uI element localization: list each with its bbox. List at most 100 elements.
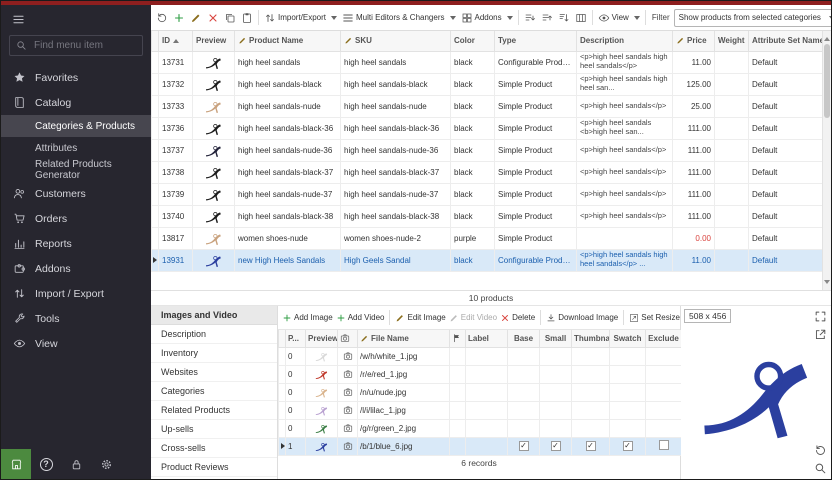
row-marker[interactable] [152,227,159,249]
cell-attribute-set[interactable]: Default [749,95,823,117]
cell-small-checkbox[interactable] [540,383,572,401]
cell-flag[interactable] [450,419,466,437]
row-marker[interactable] [152,249,159,271]
cell-product-name[interactable]: high heel sandals-nude [235,95,341,117]
sidebar-item-favorites[interactable]: Favorites [1,65,151,90]
cell-position[interactable]: 0 [286,419,306,437]
col-header-price[interactable]: Price [673,31,715,51]
cell-color[interactable]: black [451,161,495,183]
sidebar-item-related-products-generator[interactable]: Related Products Generator [1,159,151,181]
cell-exclude-checkbox[interactable] [646,347,682,365]
cell-description[interactable]: <p>high heel sandals high heel san... [577,73,673,95]
cell-type[interactable]: Simple Product [495,161,577,183]
product-row[interactable]: 13740high heel sandals-black-38high heel… [152,205,823,227]
cell-sku[interactable]: high heel sandals [341,51,451,73]
cell-description[interactable]: <p>high heel sandals <b>high heel san... [577,117,673,139]
cell-product-name[interactable]: high heel sandals-nude-37 [235,183,341,205]
cell-color[interactable]: black [451,139,495,161]
cell-position[interactable]: 0 [286,383,306,401]
cell-swatch-checkbox[interactable] [610,437,646,455]
row-marker[interactable] [152,205,159,227]
cell-price[interactable]: 11.00 [673,249,715,271]
img-col-header-swatch[interactable]: Swatch [610,330,646,347]
cell-attribute-set[interactable]: Default [749,117,823,139]
col-header-weight[interactable]: Weight [715,31,749,51]
row-marker[interactable] [152,161,159,183]
cell-swatch-checkbox[interactable] [610,347,646,365]
cell-exclude-checkbox[interactable] [646,437,682,455]
cell-swatch-checkbox[interactable] [610,365,646,383]
img-col-header-p[interactable]: P... [286,330,306,347]
tab-inventory[interactable]: Inventory [151,344,277,363]
cell-type[interactable]: Simple Product [495,73,577,95]
cell-position[interactable]: 0 [286,347,306,365]
add-product-button[interactable] [171,10,187,26]
cell-exclude-checkbox[interactable] [646,365,682,383]
cell-product-name[interactable]: high heel sandals-black [235,73,341,95]
cell-label[interactable] [466,347,508,365]
cell-product-name[interactable]: high heel sandals-nude-36 [235,139,341,161]
small-checkbox[interactable] [551,441,561,451]
row-marker[interactable] [152,183,159,205]
view-menu[interactable]: View [596,10,642,26]
row-marker[interactable] [279,365,286,383]
cell-label[interactable] [466,419,508,437]
product-row[interactable]: 13931new High Heels SandalsHigh Geels Sa… [152,249,823,271]
exclude-checkbox[interactable] [659,440,669,450]
multi-editors-menu[interactable]: Multi Editors & Changers [340,10,457,26]
cell-swatch-checkbox[interactable] [610,419,646,437]
menu-toggle-button[interactable] [1,5,151,33]
cell-id[interactable]: 13739 [159,183,193,205]
product-row[interactable]: 13817women shoes-nudewomen shoes-nude-2p… [152,227,823,249]
cell-color[interactable]: black [451,183,495,205]
cell-file-name[interactable]: /r/e/red_1.jpg [358,365,450,383]
cell-small-checkbox[interactable] [540,419,572,437]
cell-product-name[interactable]: women shoes-nude [235,227,341,249]
lock-button[interactable] [61,449,91,479]
cell-description[interactable]: <p>high heel sandals</p> [577,205,673,227]
cell-color[interactable]: black [451,117,495,139]
sidebar-item-view[interactable]: View [1,331,151,356]
row-marker[interactable] [279,347,286,365]
img-col-header-file-name[interactable]: File Name [358,330,450,347]
preview-image[interactable] [681,306,831,479]
set-resize-rule-button[interactable]: Set Resize Rule [629,313,680,323]
cell-weight[interactable] [715,227,749,249]
cell-media-type[interactable] [338,347,358,365]
cell-preview[interactable] [193,95,235,117]
cell-flag[interactable] [450,347,466,365]
cell-small-checkbox[interactable] [540,437,572,455]
cell-preview[interactable] [306,401,338,419]
product-row[interactable]: 13738high heel sandals-black-37high heel… [152,161,823,183]
tab-images-and-video[interactable]: Images and Video [151,306,277,325]
cell-price[interactable]: 125.00 [673,73,715,95]
img-col-header-flag[interactable] [450,330,466,347]
cell-thumb-checkbox[interactable] [572,401,610,419]
cell-file-name[interactable]: /w/h/white_1.jpg [358,347,450,365]
cell-file-name[interactable]: /n/u/nude.jpg [358,383,450,401]
col-header-color[interactable]: Color [451,31,495,51]
tab-description[interactable]: Description [151,325,277,344]
cell-color[interactable]: purple [451,227,495,249]
cell-file-name[interactable]: /b/1/blue_6.jpg [358,437,450,455]
cell-base-checkbox[interactable] [508,347,540,365]
cell-preview[interactable] [193,205,235,227]
delete-image-button[interactable]: Delete [500,313,535,323]
edit-image-button[interactable]: Edit Image [395,313,445,323]
cell-base-checkbox[interactable] [508,365,540,383]
cell-thumb-checkbox[interactable] [572,383,610,401]
edit-product-button[interactable] [188,10,204,26]
cell-file-name[interactable]: /l/i/lilac_1.jpg [358,401,450,419]
cell-price[interactable]: 0.00 [673,227,715,249]
cell-base-checkbox[interactable] [508,383,540,401]
cell-weight[interactable] [715,51,749,73]
cell-type[interactable]: Simple Product [495,139,577,161]
col-header-sku[interactable]: SKU [341,31,451,51]
refresh-button[interactable] [154,10,170,26]
cell-color[interactable]: black [451,73,495,95]
cell-flag[interactable] [450,383,466,401]
row-marker[interactable] [152,95,159,117]
cell-weight[interactable] [715,95,749,117]
cell-media-type[interactable] [338,401,358,419]
tab-related-products[interactable]: Related Products [151,401,277,420]
